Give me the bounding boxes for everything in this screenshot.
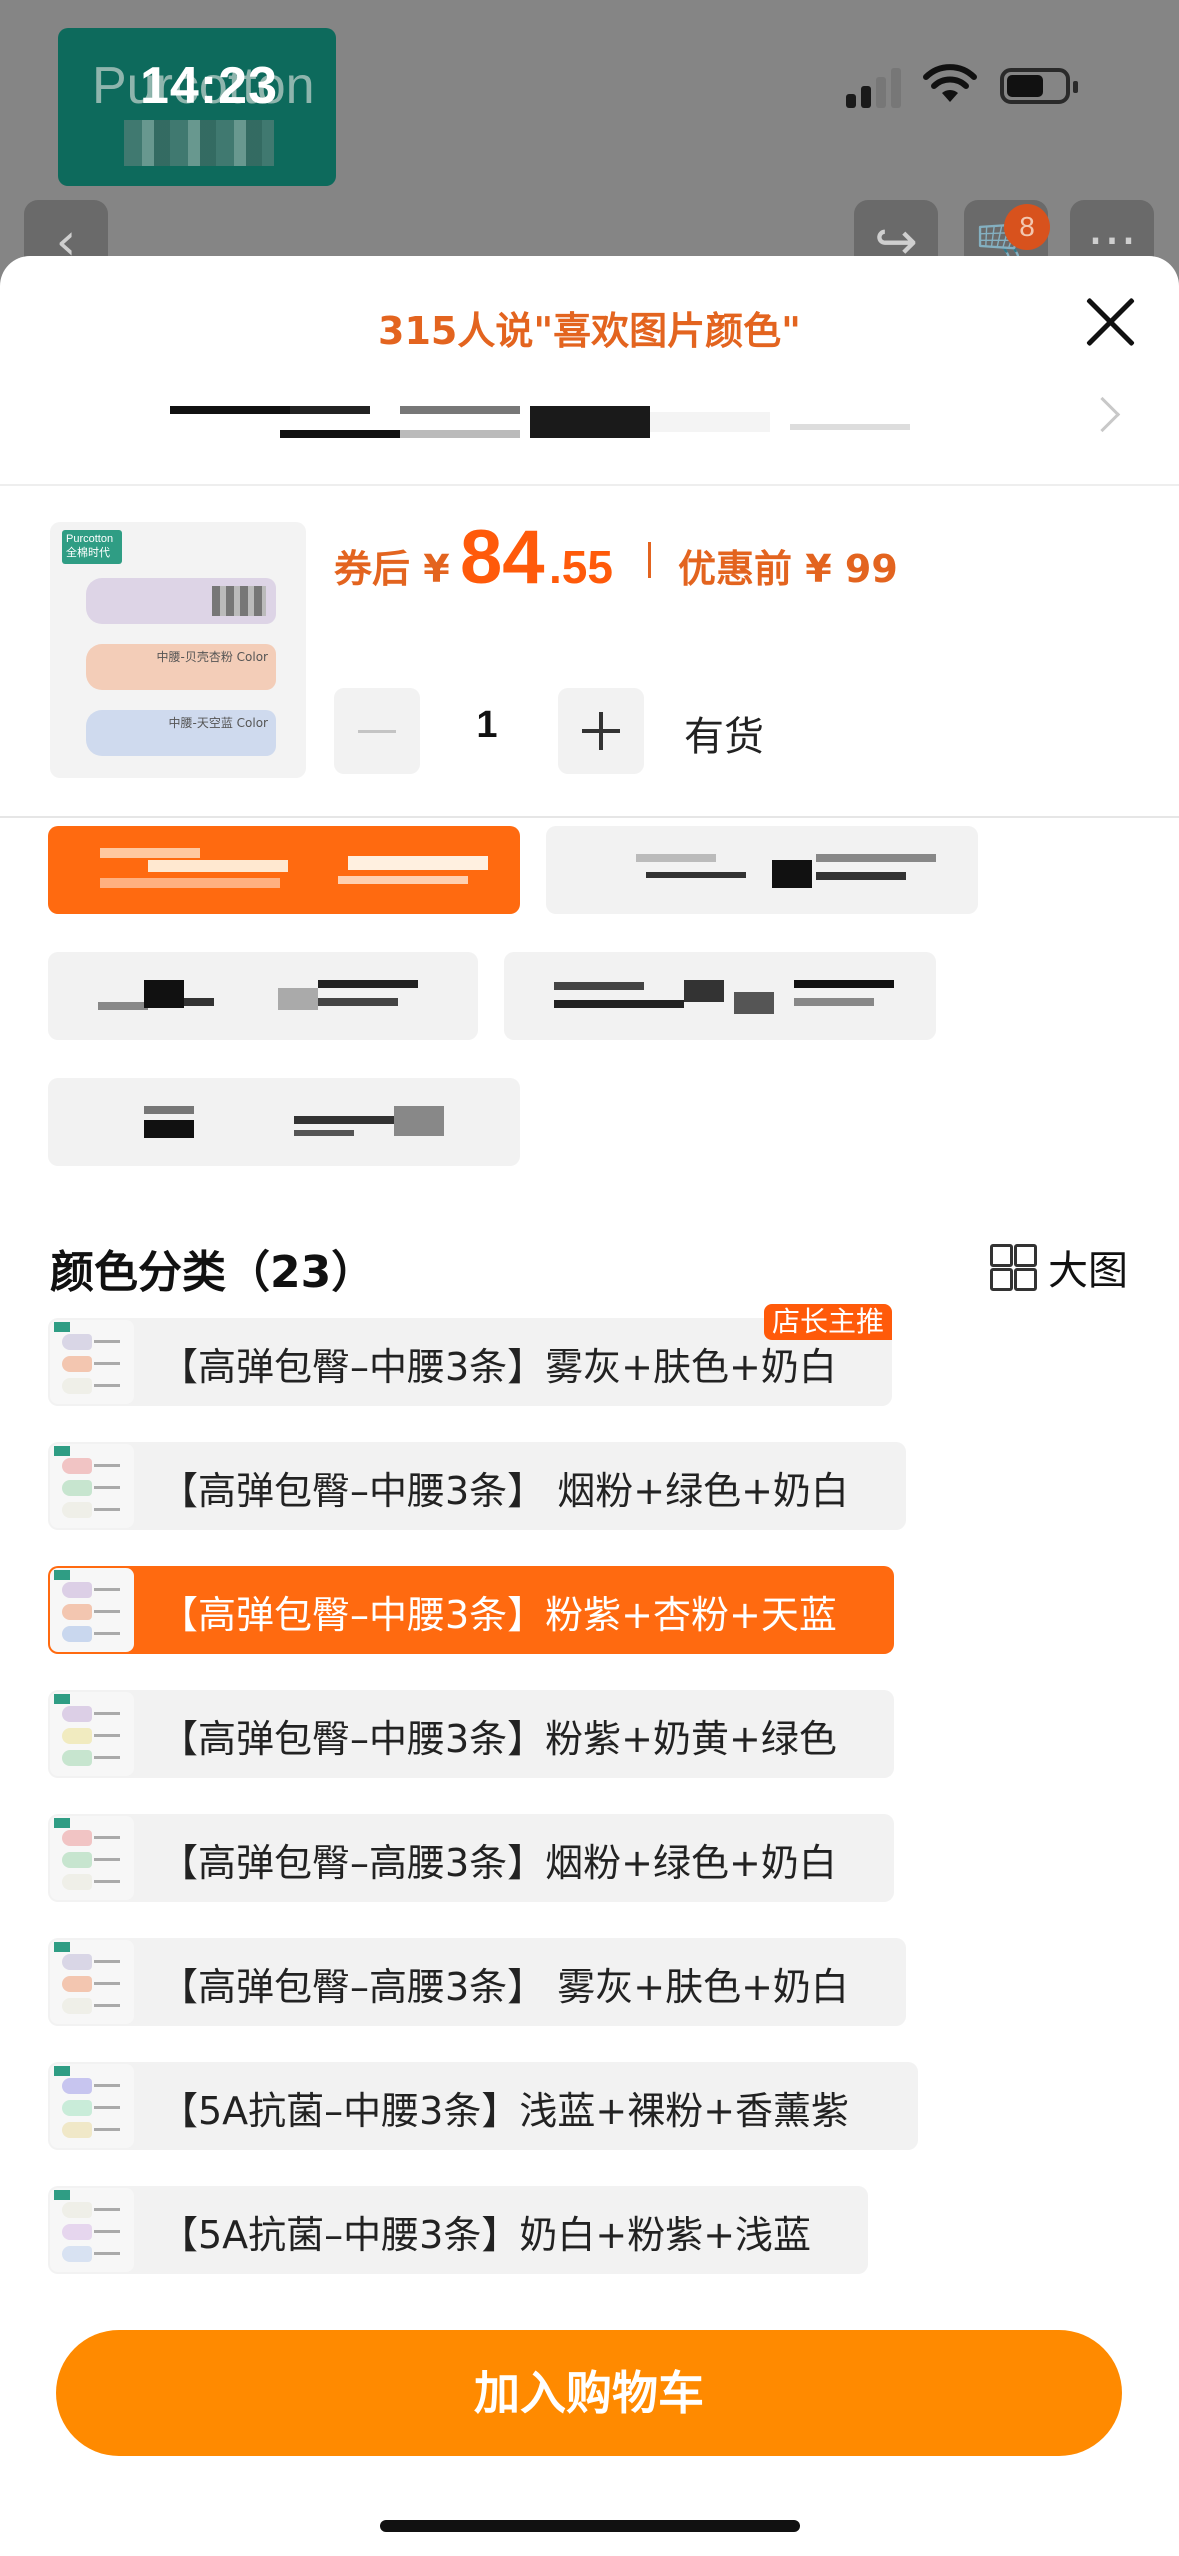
color-option[interactable]: 【高弹包臀–中腰3条】雾灰+肤色+奶白 店长主推 [48, 1304, 892, 1406]
size-option[interactable] [546, 826, 978, 914]
price-after-coupon-label: 券后 ¥ [334, 547, 450, 591]
swatch-label: 中腰-贝壳杏粉 Color [156, 650, 268, 664]
color-option[interactable]: 【5A抗菌–中腰3条】奶白+粉紫+浅蓝 [48, 2186, 868, 2274]
redacted-logo-subtext [124, 120, 274, 166]
color-option-label: 【高弹包臀–中腰3条】 烟粉+绿色+奶白 [160, 1469, 849, 1513]
home-indicator [380, 2520, 800, 2532]
color-option[interactable]: 【高弹包臀–高腰3条】 雾灰+肤色+奶白 [48, 1938, 906, 2026]
size-option[interactable] [504, 952, 936, 1040]
color-option-label: 【5A抗菌–中腰3条】浅蓝+裸粉+香薰紫 [160, 2089, 850, 2133]
cart-count-badge: 8 [1004, 204, 1050, 250]
sheet-title: 315人说"喜欢图片颜色" [378, 309, 801, 353]
color-option-thumbnail [50, 1940, 134, 2024]
redacted-address-strip [170, 406, 1015, 438]
status-time: 14:23 [140, 57, 278, 115]
color-section-title: 颜色分类（23） [50, 1247, 376, 1298]
grid-view-icon[interactable] [990, 1244, 1038, 1292]
color-option-label: 【高弹包臀–高腰3条】烟粉+绿色+奶白 [160, 1841, 837, 1885]
divider [0, 484, 1179, 486]
brand-tag: Purcotton 全棉时代 [62, 530, 122, 564]
color-option-label: 【高弹包臀–高腰3条】 雾灰+肤色+奶白 [160, 1965, 849, 2009]
color-option-label: 【高弹包臀–中腰3条】粉紫+奶黄+绿色 [160, 1717, 837, 1761]
size-option-selected[interactable] [48, 826, 520, 914]
color-option-thumbnail [50, 1320, 134, 1404]
size-option[interactable] [48, 1078, 520, 1166]
sku-selector-sheet: 315人说"喜欢图片颜色" Purcotton 全棉时代 中腰-贝壳杏粉 Col… [0, 256, 1179, 2556]
color-option-label: 【5A抗菌–中腰3条】奶白+粉紫+浅蓝 [160, 2213, 812, 2257]
size-option[interactable] [48, 952, 478, 1040]
quantity-increase-button[interactable] [558, 688, 644, 774]
price-separator [648, 542, 651, 578]
quantity-decrease-button[interactable] [334, 688, 420, 774]
color-option-thumbnail [50, 1444, 134, 1528]
close-icon[interactable] [1080, 292, 1140, 352]
recommend-badge: 店长主推 [763, 1304, 892, 1340]
color-option-label: 【高弹包臀–中腰3条】雾灰+肤色+奶白 [160, 1345, 837, 1389]
color-option-thumbnail [50, 2064, 134, 2148]
cellular-signal-icon [846, 66, 904, 108]
add-to-cart-button[interactable]: 加入购物车 [56, 2330, 1122, 2456]
color-option[interactable]: 【高弹包臀–中腰3条】粉紫+奶黄+绿色 [48, 1690, 894, 1778]
price-before-discount: 优惠前 ¥ 99 [678, 547, 898, 591]
color-option-thumbnail [50, 2188, 134, 2272]
swatch-label: 中腰-天空蓝 Color [168, 716, 268, 730]
swatch-apricot: 中腰-贝壳杏粉 Color [86, 644, 276, 690]
color-option-thumbnail [50, 1568, 134, 1652]
color-option-thumbnail [50, 1816, 134, 1900]
stock-status: 有货 [684, 714, 764, 760]
color-option-thumbnail [50, 1692, 134, 1776]
chevron-right-icon[interactable] [1084, 396, 1121, 433]
swatch-lavender [86, 578, 276, 624]
quantity-value[interactable]: 1 [420, 704, 554, 747]
color-option[interactable]: 【高弹包臀–中腰3条】 烟粉+绿色+奶白 [48, 1442, 906, 1530]
big-view-toggle[interactable]: 大图 [1048, 1238, 1128, 1296]
divider [0, 816, 1179, 818]
color-option[interactable]: 【高弹包臀–中腰3条】粉紫+杏粉+天蓝 [48, 1566, 894, 1654]
wifi-icon [923, 64, 977, 102]
color-option-label: 【高弹包臀–中腰3条】粉紫+杏粉+天蓝 [160, 1593, 837, 1637]
product-image[interactable]: Purcotton 全棉时代 中腰-贝壳杏粉 Color 中腰-天空蓝 Colo… [50, 522, 306, 778]
price-integer: 84 [460, 515, 545, 600]
color-option[interactable]: 【5A抗菌–中腰3条】浅蓝+裸粉+香薰紫 [48, 2062, 918, 2150]
price-decimal: .55 [549, 541, 613, 593]
swatch-sky-blue: 中腰-天空蓝 Color [86, 710, 276, 756]
color-option[interactable]: 【高弹包臀–高腰3条】烟粉+绿色+奶白 [48, 1814, 894, 1902]
battery-icon [1000, 68, 1078, 104]
